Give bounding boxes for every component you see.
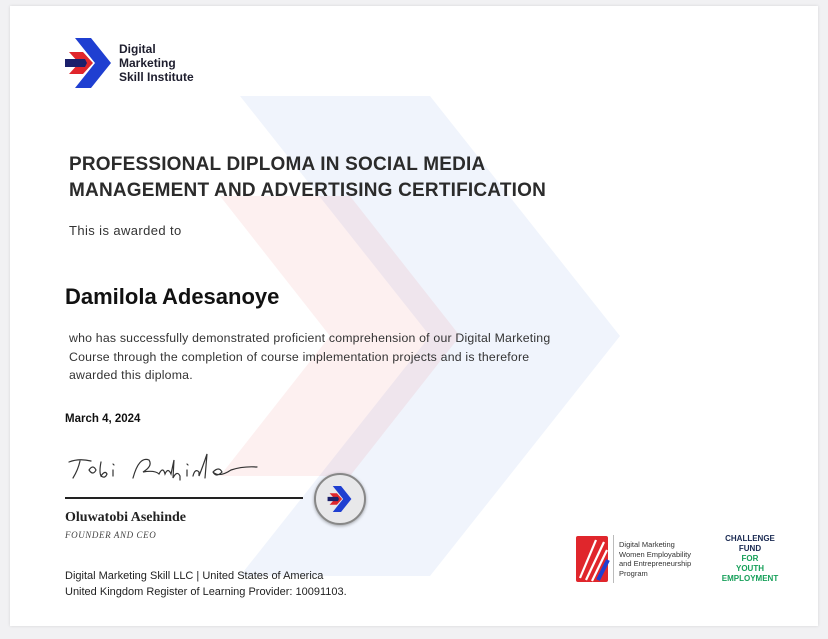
signatory-name: Oluwatobi Asehinde (65, 510, 186, 525)
institute-name: Digital Marketing Skill Institute (119, 42, 194, 84)
partner-divider (613, 535, 614, 583)
institute-seal (314, 473, 366, 525)
awarded-to-label: This is awarded to (69, 223, 182, 238)
fund-line: FUND (738, 544, 762, 553)
institute-name-line: Marketing (119, 56, 176, 70)
program-name-line: and Entrepreneurship (619, 559, 692, 568)
program-name-line: Program (619, 568, 648, 578)
certificate-description: who has successfully demonstrated profic… (69, 329, 629, 385)
signatory-role: FOUNDER AND CEO (65, 530, 157, 540)
partner-program: Digital Marketing Women Employability an… (576, 534, 691, 584)
certificate-page: Digital Marketing Skill Institute PROFES… (10, 6, 818, 626)
handwritten-signature-icon (68, 453, 258, 481)
fund-line: CHALLENGE (725, 534, 775, 543)
program-logo-icon (576, 536, 610, 582)
footer-line: United Kingdom Register of Learning Prov… (65, 586, 347, 598)
fund-line: FOR (741, 554, 759, 563)
challenge-fund-logo: CHALLENGE FUND FOR YOUTH EMPLOYMENT (716, 534, 784, 584)
certificate-title-line: PROFESSIONAL DIPLOMA IN SOCIAL MEDIA (69, 154, 486, 175)
institute-logo: Digital Marketing Skill Institute (65, 36, 194, 90)
institute-name-line: Skill Institute (119, 70, 194, 84)
footer-line: Digital Marketing Skill LLC | United Sta… (65, 570, 324, 582)
award-date: March 4, 2024 (65, 413, 141, 425)
institute-name-line: Digital (119, 42, 156, 56)
recipient-name: Damilola Adesanoye (65, 284, 280, 309)
certificate-title-line: MANAGEMENT AND ADVERTISING CERTIFICATION (69, 180, 547, 201)
institute-seal-icon (327, 486, 352, 512)
program-name: Digital Marketing Women Employability an… (619, 540, 691, 578)
fund-line: YOUTH (736, 564, 764, 573)
description-line: awarded this diploma. (69, 368, 193, 382)
certificate-title: PROFESSIONAL DIPLOMA IN SOCIAL MEDIA MAN… (69, 152, 589, 204)
program-name-line: Women Employability (619, 549, 691, 559)
description-line: Course through the completion of course … (69, 349, 530, 364)
program-name-line: Digital Marketing (619, 540, 675, 549)
chevron-logo-icon (65, 38, 111, 88)
fund-line: EMPLOYMENT (721, 574, 779, 583)
footer-info: Digital Marketing Skill LLC | United Sta… (65, 568, 347, 600)
signature-line (65, 497, 303, 499)
description-line: who has successfully demonstrated profic… (69, 331, 551, 345)
